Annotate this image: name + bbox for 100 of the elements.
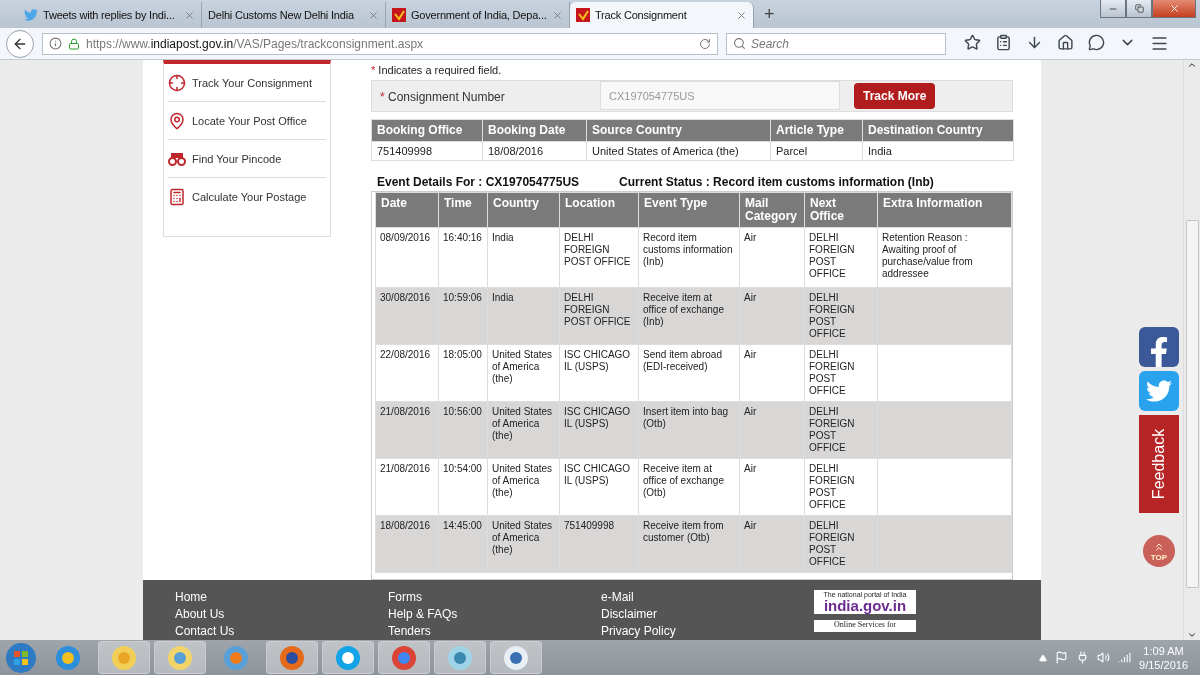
new-tab-button[interactable]: +: [754, 4, 785, 28]
clipboard-icon[interactable]: [995, 34, 1012, 51]
close-icon: [1168, 3, 1180, 14]
chat-icon[interactable]: [1088, 34, 1105, 51]
close-icon[interactable]: [368, 9, 379, 21]
flag-icon[interactable]: [1055, 651, 1069, 664]
table-cell: Air: [739, 401, 805, 459]
field-label: * Consignment Number: [380, 89, 506, 104]
restore-icon: [1134, 4, 1144, 13]
download-icon[interactable]: [1026, 34, 1043, 51]
menu-icon[interactable]: [1150, 34, 1169, 53]
logo-icon: [392, 8, 406, 22]
column-header: Destination Country: [862, 119, 1014, 142]
start-button[interactable]: [4, 640, 38, 675]
reload-icon[interactable]: [699, 37, 711, 50]
info-icon[interactable]: [49, 37, 62, 50]
tray-arrow-icon[interactable]: [1039, 653, 1048, 662]
minimize-button[interactable]: [1100, 0, 1126, 18]
table-cell: Insert item into bag (Otb): [638, 401, 740, 459]
facebook-button[interactable]: [1139, 327, 1179, 367]
column-header: Source Country: [586, 119, 771, 142]
search-field[interactable]: Search: [726, 32, 946, 55]
sidebar-item[interactable]: Track Your Consignment: [168, 64, 326, 102]
sidebar-item[interactable]: Find Your Pincode: [168, 140, 326, 178]
table-cell: India: [487, 227, 560, 288]
table-cell: DELHI FOREIGN POST OFFICE: [804, 344, 878, 402]
footer-link[interactable]: About Us: [175, 607, 388, 621]
close-icon[interactable]: [552, 9, 563, 21]
app-icon[interactable]: [503, 644, 529, 671]
column-header: Article Type: [770, 119, 863, 142]
table-cell: Air: [739, 287, 805, 345]
table-cell: ISC CHICAGO IL (USPS): [559, 344, 639, 402]
close-icon[interactable]: [736, 9, 747, 21]
table-cell: 10:56:00: [438, 401, 488, 459]
table-cell: United States of America (the): [487, 401, 560, 459]
home-icon[interactable]: [1057, 34, 1074, 51]
star-icon[interactable]: [964, 34, 981, 51]
bird-icon: [24, 8, 38, 22]
footer-link[interactable]: Privacy Policy: [601, 624, 814, 638]
browser-tab[interactable]: Track Consignment: [570, 2, 754, 28]
table-cell: 21/08/2016: [375, 401, 439, 459]
table-cell: Record item customs information (Inb): [638, 227, 740, 288]
footer-link[interactable]: Help & FAQs: [388, 607, 601, 621]
table-cell: DELHI FOREIGN POST OFFICE: [804, 227, 878, 288]
signal-icon[interactable]: [1118, 651, 1132, 664]
address-bar[interactable]: https://www.indiapost.gov.in/VAS/Pages/trackconsignment.aspx: [42, 32, 718, 55]
table-cell: 22/08/2016: [375, 344, 439, 402]
table-cell: 16:40:16: [438, 227, 488, 288]
footer-link[interactable]: e-Mail: [601, 590, 814, 604]
table-cell: ISC CHICAGO IL (USPS): [559, 401, 639, 459]
table-cell: United States of America (the): [487, 344, 560, 402]
scrollbar[interactable]: [1183, 60, 1200, 640]
column-header: Extra Information: [877, 192, 1012, 228]
back-button[interactable]: [6, 29, 34, 58]
footer-link[interactable]: Forms: [388, 590, 601, 604]
sidebar-item[interactable]: Locate Your Post Office: [168, 102, 326, 140]
table-cell: 10:59:06: [438, 287, 488, 345]
column-header: Event Type: [638, 192, 740, 228]
bird-icon: [1146, 378, 1172, 404]
column-header: Booking Date: [482, 119, 587, 142]
table-cell: Send item abroad (EDI-received): [638, 344, 740, 402]
table-cell: 30/08/2016: [375, 287, 439, 345]
table-cell: DELHI FOREIGN POST OFFICE: [804, 401, 878, 459]
table-cell: Receive item from customer (Otb): [638, 515, 740, 573]
column-header: Booking Office: [371, 119, 483, 142]
track-more-button[interactable]: Track More: [854, 82, 936, 109]
table-cell: Retention Reason : Awaiting proof of purchase/value from addressee: [877, 227, 1012, 288]
table-cell: 21/08/2016: [375, 458, 439, 516]
column-header: Time: [438, 192, 488, 228]
table-cell: Receive item at office of exchange (Inb): [638, 287, 740, 345]
close-icon[interactable]: [184, 9, 195, 21]
url-text: https://www.indiapost.gov.in/VAS/Pages/trackconsignment.aspx: [86, 36, 425, 51]
binoculars-icon: [168, 151, 186, 166]
app-icon[interactable]: [167, 644, 193, 671]
table-cell: 14:45:00: [438, 515, 488, 573]
footer-link[interactable]: Contact Us: [175, 624, 388, 638]
table-cell: DELHI FOREIGN POST OFFICE: [804, 458, 878, 516]
table-cell: DELHI FOREIGN POST OFFICE: [804, 515, 878, 573]
table-cell: DELHI FOREIGN POST OFFICE: [559, 287, 639, 345]
footer-link[interactable]: Tenders: [388, 624, 601, 638]
sidebar-item[interactable]: Calculate Your Postage: [168, 178, 326, 216]
event-title: Event Details For : CX197054775US: [377, 175, 580, 189]
column-header: Country: [487, 192, 560, 228]
footer-link[interactable]: Home: [175, 590, 388, 604]
volume-icon[interactable]: [1097, 651, 1111, 664]
feedback-button[interactable]: Feedback: [1139, 415, 1179, 513]
table-cell: DELHI FOREIGN POST OFFICE: [804, 287, 878, 345]
required-note: * Indicates a required field.: [371, 64, 503, 76]
scroll-down-icon[interactable]: [1187, 630, 1197, 640]
scroll-up-icon[interactable]: [1187, 60, 1197, 70]
column-header: Date: [375, 192, 439, 228]
services-banner[interactable]: Online Services for: [814, 620, 916, 632]
restore-button[interactable]: [1126, 0, 1152, 18]
top-button[interactable]: TOP: [1143, 535, 1175, 567]
table-cell: Air: [739, 515, 805, 573]
footer-link[interactable]: Disclaimer: [601, 607, 814, 621]
close-button[interactable]: [1152, 0, 1196, 18]
app-icon[interactable]: [447, 644, 473, 671]
table-cell: Air: [739, 458, 805, 516]
crosshair-icon: [168, 73, 186, 92]
